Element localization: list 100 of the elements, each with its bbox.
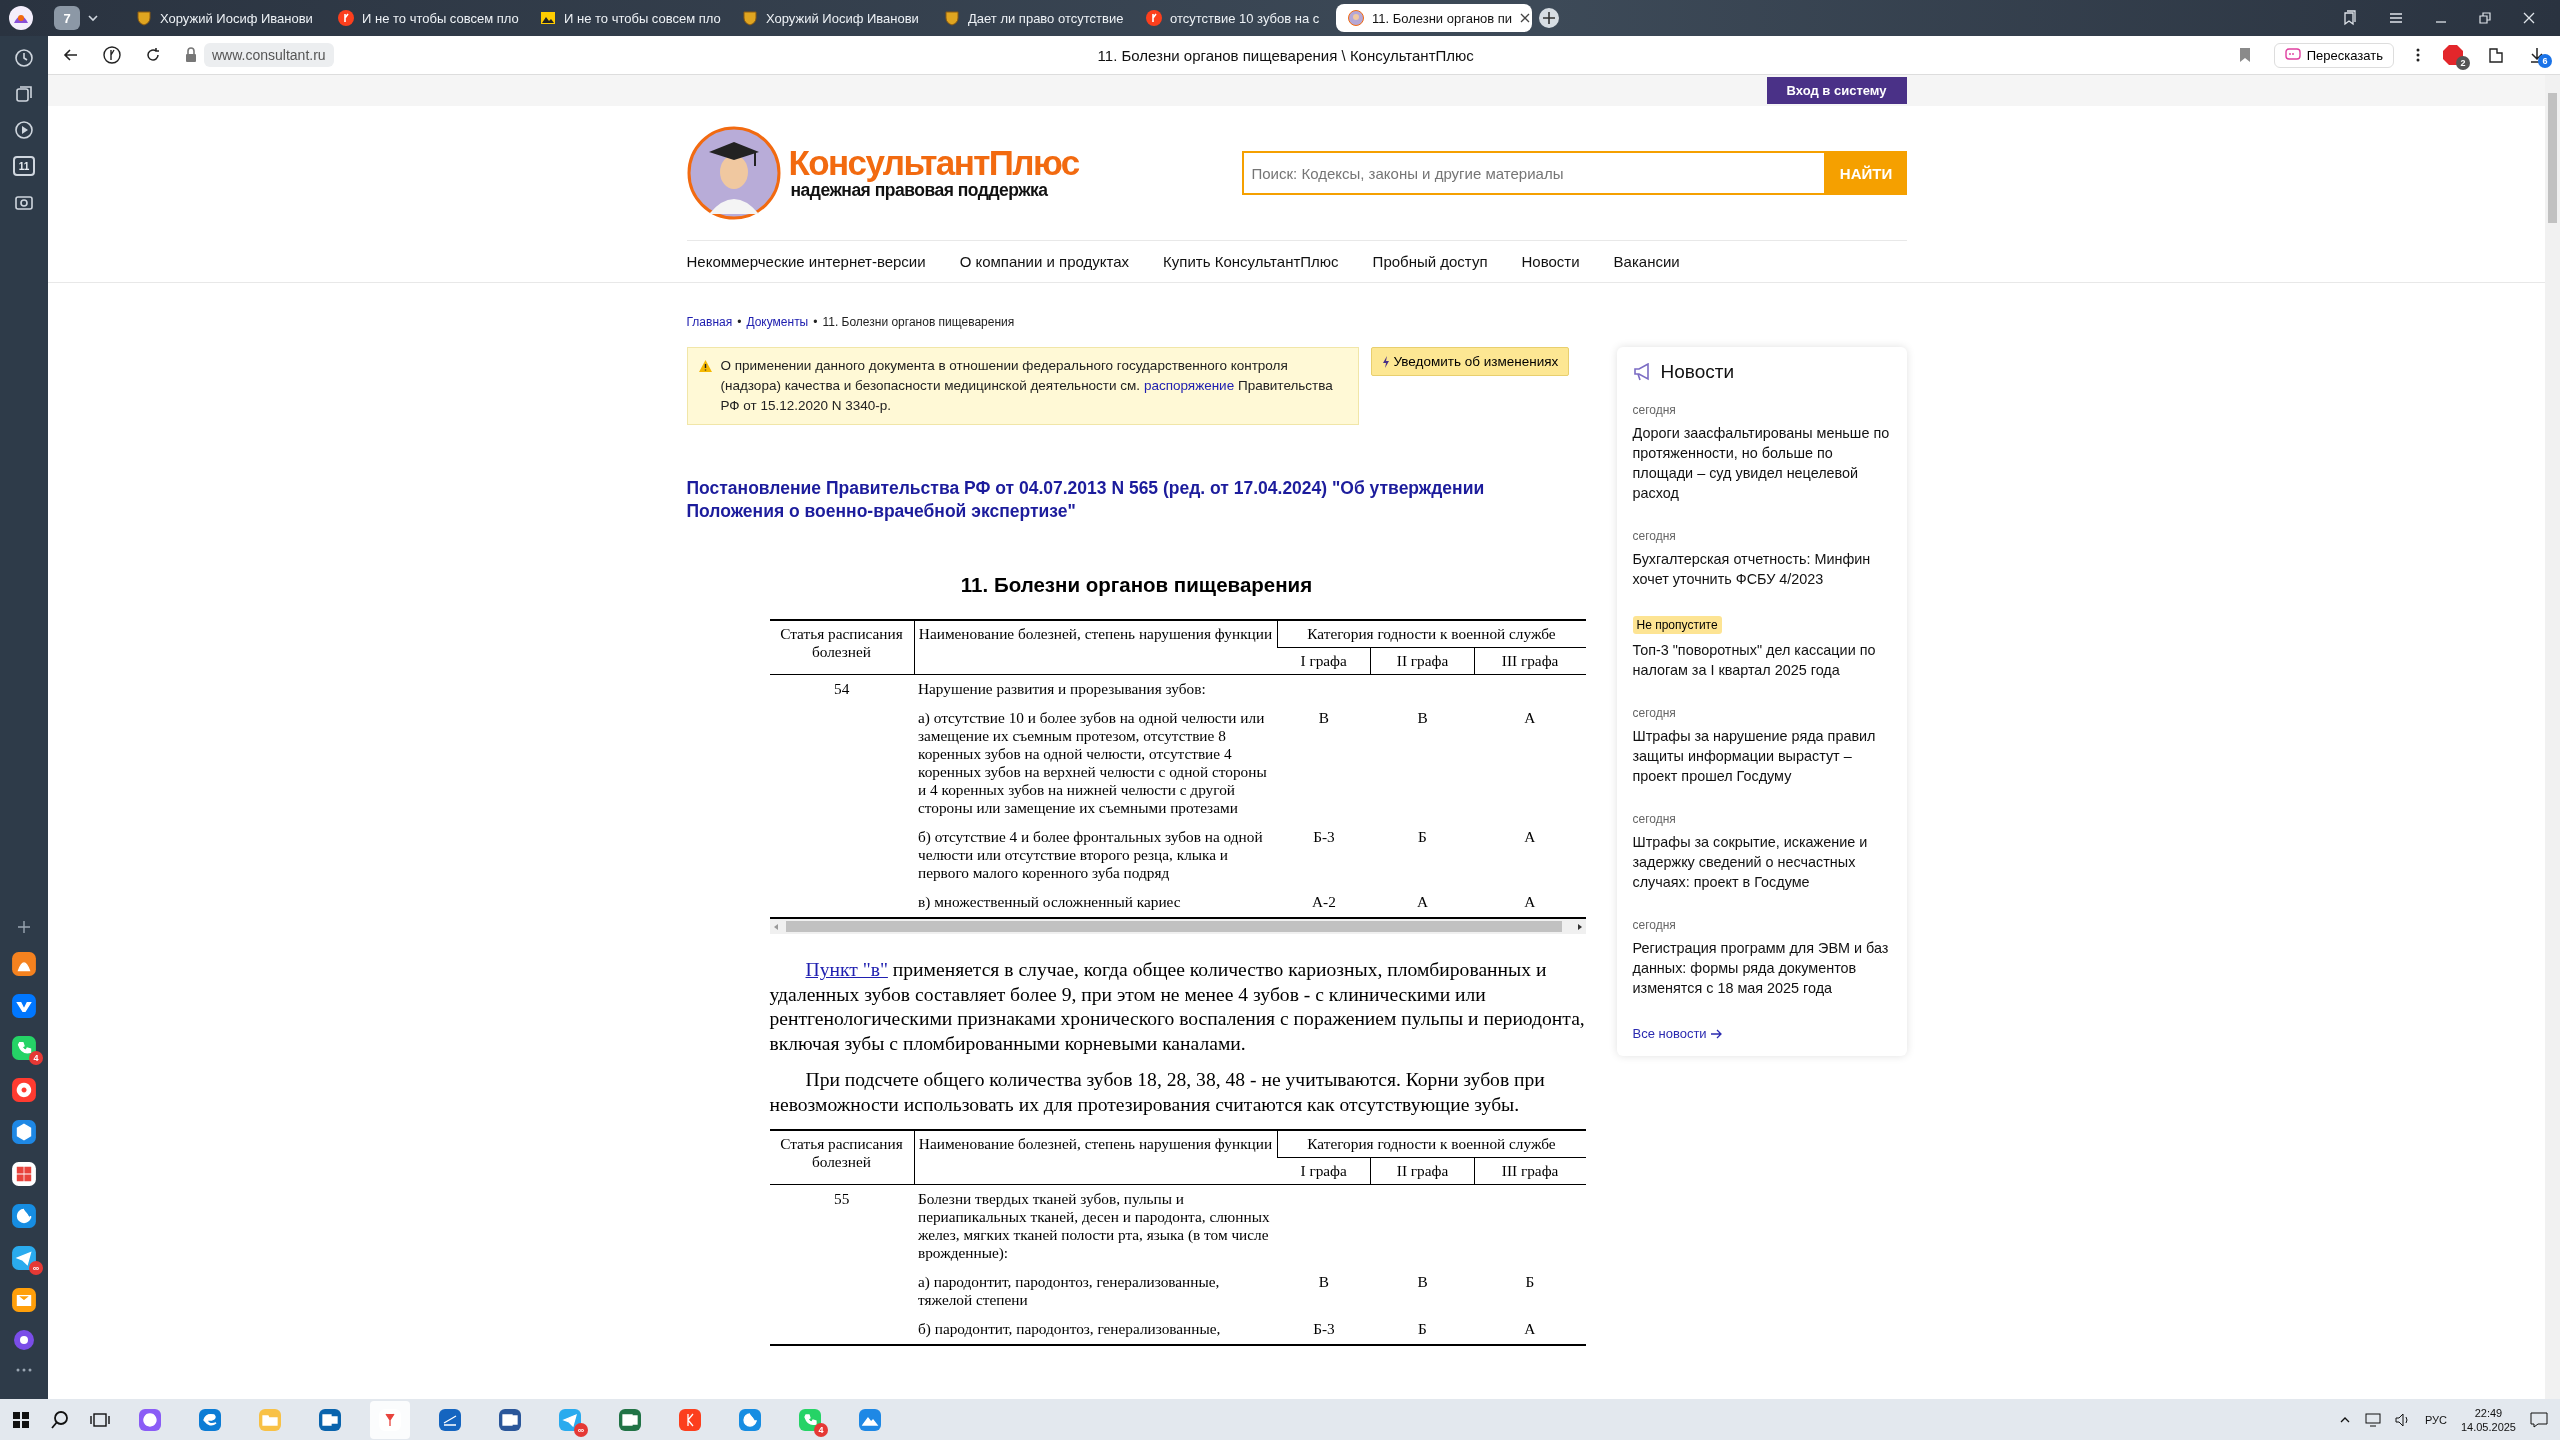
search-icon[interactable]	[50, 1409, 70, 1430]
app-icon[interactable]	[11, 951, 37, 977]
extensions-icon[interactable]	[2486, 45, 2506, 65]
table-cell: Б-3	[1313, 1320, 1335, 1337]
shield-icon	[136, 10, 152, 26]
column-header: III графа	[1474, 647, 1586, 675]
news-headline[interactable]: Штрафы за нарушение ряда правил защиты информации вырастут – проект прошел Госдуму	[1632, 726, 1891, 786]
reload-icon[interactable]	[144, 46, 162, 64]
browser-logo-icon[interactable]	[8, 5, 34, 31]
news-tag: Не пропустите	[1632, 616, 1722, 634]
nav-link[interactable]: Новости	[1521, 253, 1580, 270]
play-icon[interactable]	[14, 120, 34, 140]
news-date: сегодня	[1632, 706, 1677, 720]
app-icon[interactable]	[11, 1161, 37, 1187]
notification-badge: 4	[814, 1422, 828, 1437]
browser-tab[interactable]: И не то чтобы совсем пло	[528, 4, 724, 32]
assistant-icon[interactable]	[13, 1329, 35, 1351]
section-heading: 11. Болезни органов пищеварения	[959, 573, 1314, 597]
quote-bubble-icon	[2284, 48, 2301, 62]
nav-link[interactable]: Купить КонсультантПлюс	[1163, 253, 1339, 270]
table-cell: Б	[1418, 1320, 1427, 1337]
lightning-icon	[1381, 355, 1390, 368]
table-cell: Б	[1418, 828, 1427, 845]
app-icon[interactable]	[498, 1407, 522, 1432]
browser-tab[interactable]: Хоружий Иосиф Иванови	[124, 4, 320, 32]
app-icon[interactable]	[11, 1287, 37, 1313]
shield-icon	[944, 10, 960, 26]
login-button[interactable]: Вход в систему	[1766, 77, 1907, 104]
table-cell: а) отсутствие 10 и более зубов на одной челюсти или замещение их съемным протезом, отсутствие 8 коренных зубов на одной челюсти, отсутствие 4 коренных зубов на верхней челюсти с одной стороны и 4 коренных зубов на нижней челюсти с другой стороны или замещение их съемными протезами	[918, 709, 1267, 816]
table-cell: В	[1318, 709, 1329, 726]
column-header: Статья расписания болезней	[769, 1130, 914, 1185]
avatar-icon	[1348, 10, 1364, 26]
page-title: 11. Болезни органов пищеварения \ КонсультантПлюс	[1096, 46, 1475, 64]
column-header: Категория годности к военной службе	[1277, 1130, 1586, 1158]
table-cell: б) пародонтит, пародонтоз, генерализованные,	[918, 1320, 1221, 1337]
paragraph-link[interactable]: Пункт "в"	[805, 959, 888, 980]
add-icon[interactable]	[16, 919, 32, 935]
app-icon[interactable]	[11, 1119, 37, 1145]
app-icon[interactable]	[11, 993, 37, 1019]
notification-badge: 6	[2538, 54, 2552, 68]
notice-text: О применении данного документа в отношении федерального государственного контроля (надзора) качества и безопасности медицинской деятельности см. распоряжение Правительства РФ от 15.12.2020 N 3340-р.	[720, 357, 1334, 415]
browser-tab[interactable]: И не то чтобы совсем пло	[326, 4, 522, 32]
more-icon[interactable]	[2416, 47, 2420, 63]
logo-figure-drawing[interactable]	[686, 126, 781, 220]
vertical-scrollbar[interactable]	[2545, 75, 2560, 1399]
browser-tab[interactable]: 11. Болезни органов пи	[1336, 4, 1532, 32]
notice-link[interactable]: распоряжение	[1143, 378, 1235, 393]
app-icon[interactable]	[318, 1407, 342, 1432]
news-headline[interactable]: Регистрация программ для ЭВМ и баз данных: формы ряда документов изменятся с 18 мая 2025 года	[1632, 938, 1891, 998]
menu-icon[interactable]	[2388, 10, 2404, 26]
new-tab-icon[interactable]	[1538, 7, 1560, 29]
bookmark-icon[interactable]	[2237, 47, 2252, 63]
breadcrumb-link[interactable]: Главная	[686, 315, 733, 329]
browser-tab[interactable]: отсутствие 10 зубов на с	[1134, 4, 1330, 32]
search-field[interactable]: Поиск: Кодексы, законы и другие материалы	[1241, 151, 1826, 195]
breadcrumb-separator: •	[737, 315, 742, 329]
app-icon[interactable]	[11, 1035, 37, 1061]
stop-sign-icon[interactable]	[2442, 44, 2464, 66]
collections-icon[interactable]	[14, 84, 34, 104]
nav-link[interactable]: Некоммерческие интернет-версии	[686, 253, 926, 270]
app-icon[interactable]	[11, 1245, 37, 1271]
lock-icon[interactable]	[184, 47, 198, 63]
news-headline[interactable]: Бухгалтерская отчетность: Минфин хочет уточнить ФСБУ 4/2023	[1632, 549, 1891, 589]
table-cell: б) отсутствие 4 и более фронтальных зубов на одной челюсти или отсутствие второго резца, клыка и первого малого коренного зуба подряд	[918, 828, 1263, 881]
address-field[interactable]: www.consultant.ru	[204, 43, 334, 67]
nav-link[interactable]: Пробный доступ	[1372, 253, 1488, 270]
warning-icon	[697, 359, 713, 373]
table-cell: 54	[834, 680, 850, 697]
restore-icon[interactable]	[2478, 11, 2492, 25]
notifications-icon[interactable]	[2530, 1411, 2548, 1428]
task-view-icon[interactable]	[90, 1410, 110, 1429]
table-cell: В	[1417, 1273, 1428, 1290]
notify-button[interactable]: Уведомить об изменениях	[1370, 347, 1570, 376]
browser-tab[interactable]: Дает ли право отсутствие	[932, 4, 1128, 32]
all-news-link[interactable]: Все новости	[1632, 1026, 1723, 1041]
network-icon[interactable]	[2364, 1412, 2381, 1427]
windows-icon[interactable]	[12, 1410, 30, 1429]
breadcrumb-link[interactable]: Документы	[746, 315, 809, 329]
news-headline[interactable]: Штрафы за сокрытие, искажение и задержку сведений о несчастных случаях: проект в Госдуме	[1632, 832, 1891, 892]
language-indicator[interactable]: РУС	[2424, 1413, 2447, 1426]
news-headline[interactable]: Топ-3 "поворотных" дел кассации по налогам за I квартал 2025 года	[1632, 640, 1891, 680]
horizontal-scrollbar[interactable]	[769, 919, 1586, 934]
collections-icon[interactable]	[2342, 10, 2358, 26]
retell-button[interactable]: Пересказать	[2273, 42, 2394, 68]
nav-link[interactable]: О компании и продуктах	[959, 253, 1130, 270]
app-icon[interactable]	[11, 1077, 37, 1103]
clock[interactable]: 22:49 14.05.2025	[2460, 1405, 2516, 1434]
app-icon[interactable]	[11, 1203, 37, 1229]
column-header: II графа	[1370, 647, 1475, 675]
clock-icon[interactable]	[14, 48, 34, 68]
document-title[interactable]: Постановление Правительства РФ от 04.07.2013 N 565 (ред. от 17.04.2024) "Об утверждении Положения о военно-врачебной экспертизе"	[686, 477, 1587, 523]
news-headline[interactable]: Дороги заасфальтированы меньше по протяженности, но больше по площади – суд увидел нецелевой расход	[1632, 423, 1891, 503]
browser-tab[interactable]: Хоружий Иосиф Иванови	[730, 4, 926, 32]
calendar-icon[interactable]: 11	[13, 156, 35, 176]
app-icon[interactable]	[618, 1407, 642, 1432]
table-cell: А	[1524, 1320, 1536, 1337]
close-icon[interactable]	[1520, 13, 1531, 23]
news-date: сегодня	[1632, 918, 1677, 932]
volume-icon[interactable]	[2394, 1412, 2411, 1427]
nav-link[interactable]: Вакансии	[1613, 253, 1680, 270]
